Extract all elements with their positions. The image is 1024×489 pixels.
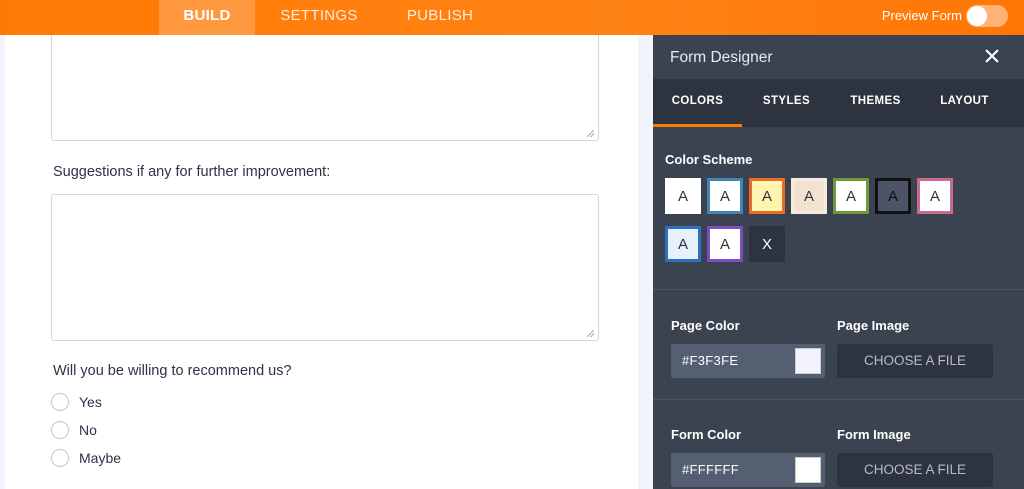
form-color-value: #FFFFFF [682, 462, 739, 477]
preview-form-label: Preview Form [881, 8, 962, 23]
designer-title: Form Designer [670, 49, 773, 66]
radio-label: Yes [79, 394, 102, 410]
tab-build[interactable]: BUILD [159, 0, 255, 35]
color-swatch-7[interactable]: A [917, 178, 953, 214]
tab-layout[interactable]: LAYOUT [920, 79, 1009, 127]
form-image-label: Form Image [837, 427, 911, 442]
question-recommend-label: Will you be willing to recommend us? [53, 363, 292, 379]
radio-option-no[interactable]: No [51, 420, 97, 440]
form-color-label: Form Color [671, 427, 742, 442]
form-color-input[interactable]: #FFFFFF [671, 453, 825, 487]
page-image-choose-file-button[interactable]: CHOOSE A FILE [837, 344, 993, 378]
close-icon[interactable] [982, 46, 1002, 66]
tab-publish[interactable]: PUBLISH [392, 0, 488, 35]
resize-handle-icon[interactable] [587, 330, 594, 337]
designer-tabs: COLORS STYLES THEMES LAYOUT [653, 79, 1024, 127]
color-swatch-5[interactable]: A [833, 178, 869, 214]
color-swatch-3[interactable]: A [749, 178, 785, 214]
radio-button[interactable] [51, 449, 69, 467]
color-scheme-label: Color Scheme [665, 152, 753, 167]
suggestions-textarea[interactable] [51, 194, 599, 341]
form-designer-panel: Form Designer COLORS STYLES THEMES LAYOU… [653, 35, 1024, 489]
section-divider [653, 289, 1024, 290]
active-tab-indicator [653, 124, 742, 127]
radio-option-yes[interactable]: Yes [51, 392, 102, 412]
page-color-input[interactable]: #F3F3FE [671, 344, 825, 378]
tab-styles[interactable]: STYLES [742, 79, 831, 127]
page-image-label: Page Image [837, 318, 910, 333]
color-swatch-custom[interactable]: X [749, 226, 785, 262]
radio-label: No [79, 422, 97, 438]
form-canvas: Suggestions if any for further improveme… [5, 35, 638, 489]
color-swatch-8[interactable]: A [665, 226, 701, 262]
radio-button[interactable] [51, 393, 69, 411]
question-suggestions-label: Suggestions if any for further improveme… [53, 164, 331, 180]
section-divider [653, 399, 1024, 400]
page-color-preview[interactable] [795, 348, 821, 374]
tab-colors[interactable]: COLORS [653, 79, 742, 127]
page-color-label: Page Color [671, 318, 740, 333]
radio-label: Maybe [79, 450, 122, 466]
page-color-value: #F3F3FE [682, 353, 739, 368]
color-swatch-9[interactable]: A [707, 226, 743, 262]
color-swatch-1[interactable]: A [665, 178, 701, 214]
preview-form-toggle[interactable] [966, 5, 1008, 27]
color-swatch-4[interactable]: A [791, 178, 827, 214]
tab-themes[interactable]: THEMES [831, 79, 920, 127]
resize-handle-icon[interactable] [587, 130, 594, 137]
color-swatch-2[interactable]: A [707, 178, 743, 214]
top-navigation-bar: BUILD SETTINGS PUBLISH Preview Form [0, 0, 1024, 35]
radio-button[interactable] [51, 421, 69, 439]
color-swatch-6[interactable]: A [875, 178, 911, 214]
previous-answer-textarea[interactable] [51, 35, 599, 141]
toggle-knob [967, 6, 987, 26]
form-image-choose-file-button[interactable]: CHOOSE A FILE [837, 453, 993, 487]
form-color-preview[interactable] [795, 457, 821, 483]
designer-header: Form Designer [653, 35, 1024, 79]
tab-settings[interactable]: SETTINGS [264, 0, 374, 35]
radio-option-maybe[interactable]: Maybe [51, 448, 121, 468]
tab-colors-label: COLORS [671, 95, 724, 107]
